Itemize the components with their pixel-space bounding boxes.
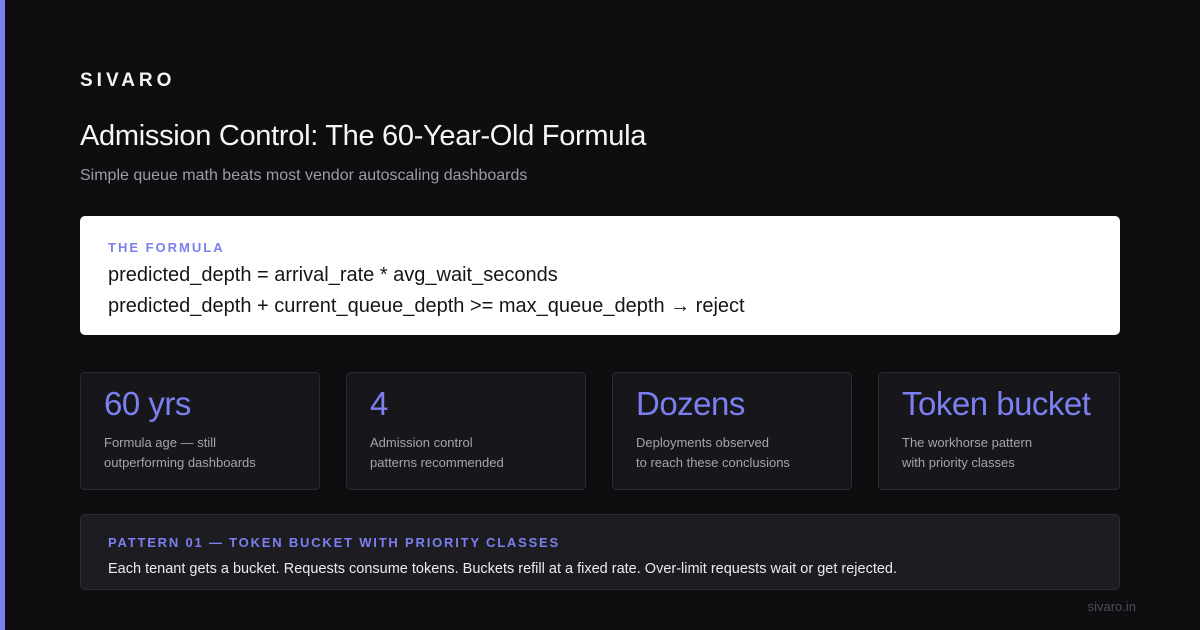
stat-desc-line: to reach these conclusions [636, 455, 790, 470]
stat-card-patterns: 4 Admission control patterns recommended [346, 372, 586, 490]
stat-value: 4 [370, 385, 388, 422]
stat-description: Admission control patterns recommended [370, 433, 560, 473]
stat-value: Token bucket [902, 385, 1091, 422]
stat-value: 60 yrs [104, 385, 191, 422]
stat-description: The workhorse pattern with priority clas… [902, 433, 1092, 473]
stat-desc-line: Admission control [370, 435, 473, 450]
stat-desc-line: Deployments observed [636, 435, 769, 450]
stat-desc-line: with priority classes [902, 455, 1015, 470]
pattern-text: Each tenant gets a bucket. Requests cons… [108, 561, 898, 577]
formula-line-1: predicted_depth = arrival_rate * avg_wai… [108, 264, 558, 286]
stat-value: Dozens [636, 385, 745, 422]
stat-desc-line: outperforming dashboards [104, 455, 256, 470]
stat-card-token-bucket: Token bucket The workhorse pattern with … [878, 372, 1120, 490]
brand-logo-text: SIVARO [80, 70, 176, 91]
formula-line-2: predicted_depth + current_queue_depth >=… [108, 295, 745, 317]
stat-card-deployments: Dozens Deployments observed to reach the… [612, 372, 852, 490]
page-title: Admission Control: The 60-Year-Old Formu… [80, 120, 647, 152]
stat-card-formula-age: 60 yrs Formula age — still outperforming… [80, 372, 320, 490]
stat-desc-line: The workhorse pattern [902, 435, 1033, 450]
pattern-card: PATTERN 01 — TOKEN BUCKET WITH PRIORITY … [80, 514, 1120, 590]
stat-desc-line: patterns recommended [370, 455, 504, 470]
page-subtitle: Simple queue math beats most vendor auto… [80, 167, 528, 184]
stat-description: Deployments observed to reach these conc… [636, 433, 826, 473]
formula-card: THE FORMULA predicted_depth = arrival_ra… [80, 216, 1120, 335]
formula-label: THE FORMULA [108, 240, 225, 255]
stat-desc-line: Formula age — still [104, 435, 216, 450]
stats-row: 60 yrs Formula age — still outperforming… [80, 372, 1120, 490]
footer-url: sivaro.in [1087, 599, 1136, 614]
pattern-label: PATTERN 01 — TOKEN BUCKET WITH PRIORITY … [108, 535, 561, 550]
stat-description: Formula age — still outperforming dashbo… [104, 433, 294, 473]
left-accent-bar [0, 0, 5, 630]
